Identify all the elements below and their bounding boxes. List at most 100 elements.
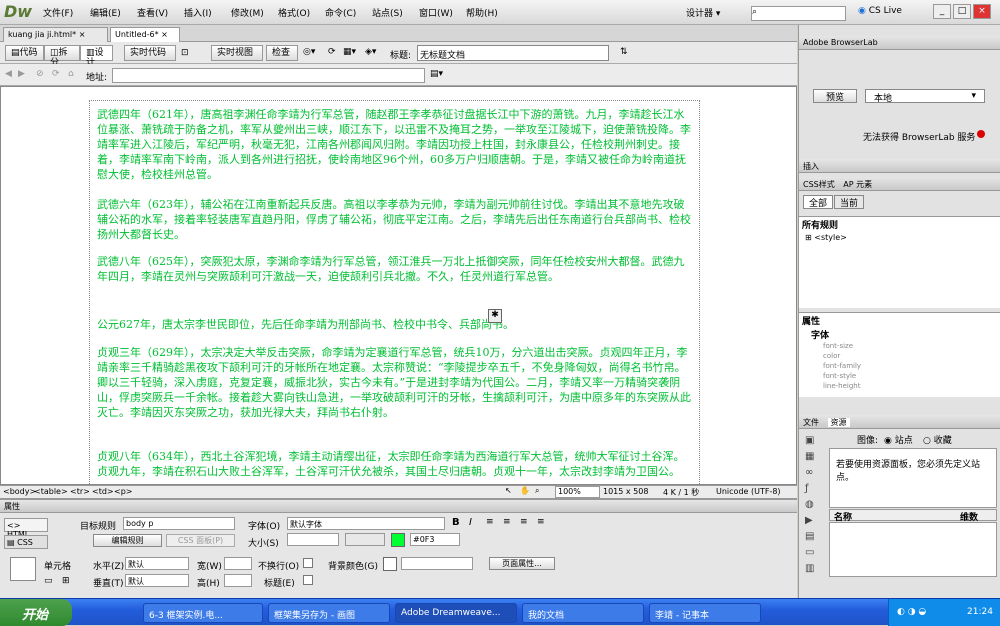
current-button[interactable]: 当前: [834, 195, 864, 209]
local-select[interactable]: 本地 ▾: [865, 89, 985, 104]
size-select[interactable]: [287, 533, 339, 546]
address-input[interactable]: [112, 68, 425, 83]
favorites-radio[interactable]: ○ 收藏: [923, 433, 952, 446]
browse-options-icon[interactable]: ▤▾: [430, 69, 443, 79]
target-rule-select[interactable]: body p: [123, 517, 235, 530]
tab-css-styles[interactable]: CSS样式: [803, 180, 835, 189]
invisible-element-icon[interactable]: ✱: [488, 309, 502, 323]
task-button-5[interactable]: 李靖 - 记事本: [649, 603, 761, 623]
tab-untitled-6[interactable]: Untitled-6* ×: [110, 27, 180, 42]
font-group[interactable]: 字体: [799, 328, 1000, 341]
close-icon[interactable]: ×: [79, 30, 86, 39]
menu-modify[interactable]: 修改(M): [231, 6, 264, 19]
file-management-icon[interactable]: ⇅: [620, 47, 628, 57]
minimize-button[interactable]: _: [933, 4, 951, 19]
height-input[interactable]: [224, 574, 252, 587]
page-properties-button[interactable]: 页面属性...: [489, 557, 555, 570]
bgcolor-swatch[interactable]: [383, 557, 397, 571]
refresh-icon[interactable]: ⟳: [328, 47, 336, 57]
templates-icon[interactable]: ▭: [805, 545, 823, 561]
design-view[interactable]: 武德四年（621年），唐高祖李渊任命李靖为行军总管，随赵郡王李孝恭征讨盘据长江中…: [0, 86, 797, 485]
prop-line-height[interactable]: line-height: [799, 381, 1000, 391]
hand-icon[interactable]: ✋: [520, 486, 530, 495]
code-view-button[interactable]: ▤代码: [5, 45, 44, 61]
paragraph-5[interactable]: 贞观三年（629年），太宗决定大举反击突厥，命李靖为定襄道行军总管，统兵10万，…: [97, 345, 693, 420]
header-checkbox[interactable]: [303, 575, 313, 585]
library-icon[interactable]: ▥: [805, 561, 823, 577]
start-button[interactable]: 开始: [0, 599, 72, 626]
tray-icons[interactable]: ◐ ◑ ◒: [897, 607, 926, 617]
paragraph-6[interactable]: 贞观八年（634年），西北土谷浑犯境，李靖主动请缨出征，太宗即任命李靖为西海道行…: [97, 449, 693, 479]
tab-ap-elements[interactable]: AP 元素: [843, 180, 872, 189]
prop-color[interactable]: color: [799, 351, 1000, 361]
tag-body[interactable]: <body>: [3, 487, 36, 496]
horz-select[interactable]: 默认: [125, 557, 189, 570]
view-options-icon[interactable]: ▦▾: [343, 47, 356, 57]
vert-select[interactable]: 默认: [125, 574, 189, 587]
pointer-icon[interactable]: ↖: [505, 486, 512, 495]
nowrap-checkbox[interactable]: [303, 558, 313, 568]
tag-table[interactable]: <table>: [34, 487, 68, 496]
site-radio[interactable]: ◉ 站点: [884, 433, 913, 446]
help-search-input[interactable]: ⌕: [751, 6, 846, 21]
align-center-icon[interactable]: ≡: [503, 517, 511, 527]
tag-td[interactable]: <td>: [92, 487, 114, 496]
menu-commands[interactable]: 命令(C): [325, 6, 356, 19]
task-button-3[interactable]: Adobe Dreamweave...: [395, 603, 517, 623]
workspace-switcher[interactable]: 设计器 ▾: [686, 6, 741, 20]
prop-font-style[interactable]: font-style: [799, 371, 1000, 381]
color-swatch[interactable]: [391, 533, 405, 547]
paragraph-3[interactable]: 武德八年（625年），突厥犯太原，李渊命李靖为行军总管，领江淮兵一万北上抵御突厥…: [97, 254, 693, 284]
edit-rule-button[interactable]: 编辑规则: [93, 534, 162, 547]
size-unit-select[interactable]: [345, 533, 385, 546]
prop-font-size[interactable]: font-size: [799, 341, 1000, 351]
color-input[interactable]: #0F3: [410, 533, 460, 546]
design-view-button[interactable]: ▥设计: [80, 45, 113, 68]
preview-button[interactable]: 预览: [813, 89, 857, 103]
style-rule[interactable]: ⊞ <style>: [799, 232, 1000, 243]
task-button-1[interactable]: 6-3 框架实例.电...: [143, 603, 263, 623]
menu-edit[interactable]: 编辑(E): [90, 6, 121, 19]
menu-window[interactable]: 窗口(W): [419, 6, 453, 19]
css-mode-button[interactable]: ▤ CSS: [4, 535, 48, 549]
task-button-2[interactable]: 框架集另存为 - 画图: [268, 603, 390, 623]
menu-format[interactable]: 格式(O): [278, 6, 310, 19]
back-icon[interactable]: ◀: [5, 69, 12, 79]
live-code-button[interactable]: 实时代码: [124, 45, 176, 61]
colors-icon[interactable]: ▦: [805, 449, 823, 465]
forward-icon[interactable]: ▶: [18, 69, 25, 79]
home-icon[interactable]: ⌂: [68, 69, 74, 79]
bold-button[interactable]: B: [452, 517, 460, 528]
visual-aids-icon[interactable]: ◈▾: [365, 47, 376, 57]
tag-tr[interactable]: <tr>: [70, 487, 90, 496]
close-button[interactable]: ×: [973, 4, 991, 19]
css-panel-button[interactable]: CSS 面板(P): [166, 534, 235, 547]
italic-button[interactable]: I: [469, 517, 472, 528]
all-button[interactable]: 全部: [803, 195, 833, 209]
tab-assets[interactable]: 资源: [827, 418, 850, 427]
align-right-icon[interactable]: ≡: [520, 517, 528, 527]
align-left-icon[interactable]: ≡: [486, 517, 494, 527]
task-button-4[interactable]: 我的文档: [522, 603, 644, 623]
menu-view[interactable]: 查看(V): [137, 6, 168, 19]
width-input[interactable]: [224, 557, 252, 570]
merge-cells-icon[interactable]: ▭: [44, 576, 53, 586]
split-view-button[interactable]: ◫拆分: [44, 45, 80, 68]
font-select[interactable]: 默认字体: [287, 517, 445, 530]
images-icon[interactable]: ▣: [805, 433, 823, 449]
tag-p[interactable]: <p>: [114, 487, 132, 496]
paragraph-1[interactable]: 武德四年（621年），唐高祖李渊任命李靖为行军总管，随赵郡王李孝恭征讨盘据长江中…: [97, 107, 693, 182]
menu-file[interactable]: 文件(F): [43, 6, 73, 19]
inspect-icon[interactable]: ⊡: [181, 48, 189, 58]
paragraph-2[interactable]: 武德六年（623年），辅公祏在江南重新起兵反唐。高祖以李孝恭为元帅，李靖为副元帅…: [97, 197, 693, 242]
maximize-button[interactable]: □: [953, 4, 971, 19]
stop-icon[interactable]: ⊘: [36, 69, 44, 79]
movies-icon[interactable]: ▶: [805, 513, 823, 529]
close-icon[interactable]: ×: [161, 30, 168, 39]
insert-panel-header[interactable]: 插入: [799, 159, 1000, 173]
align-justify-icon[interactable]: ≡: [537, 517, 545, 527]
preview-browser-icon[interactable]: ◎▾: [303, 47, 315, 57]
bgcolor-input[interactable]: [401, 557, 473, 570]
split-cells-icon[interactable]: ⊞: [62, 576, 70, 586]
paragraph-4[interactable]: 公元627年，唐太宗李世民即位，先后任命李靖为刑部尚书、检校中书令、兵部尚书。: [97, 317, 693, 332]
